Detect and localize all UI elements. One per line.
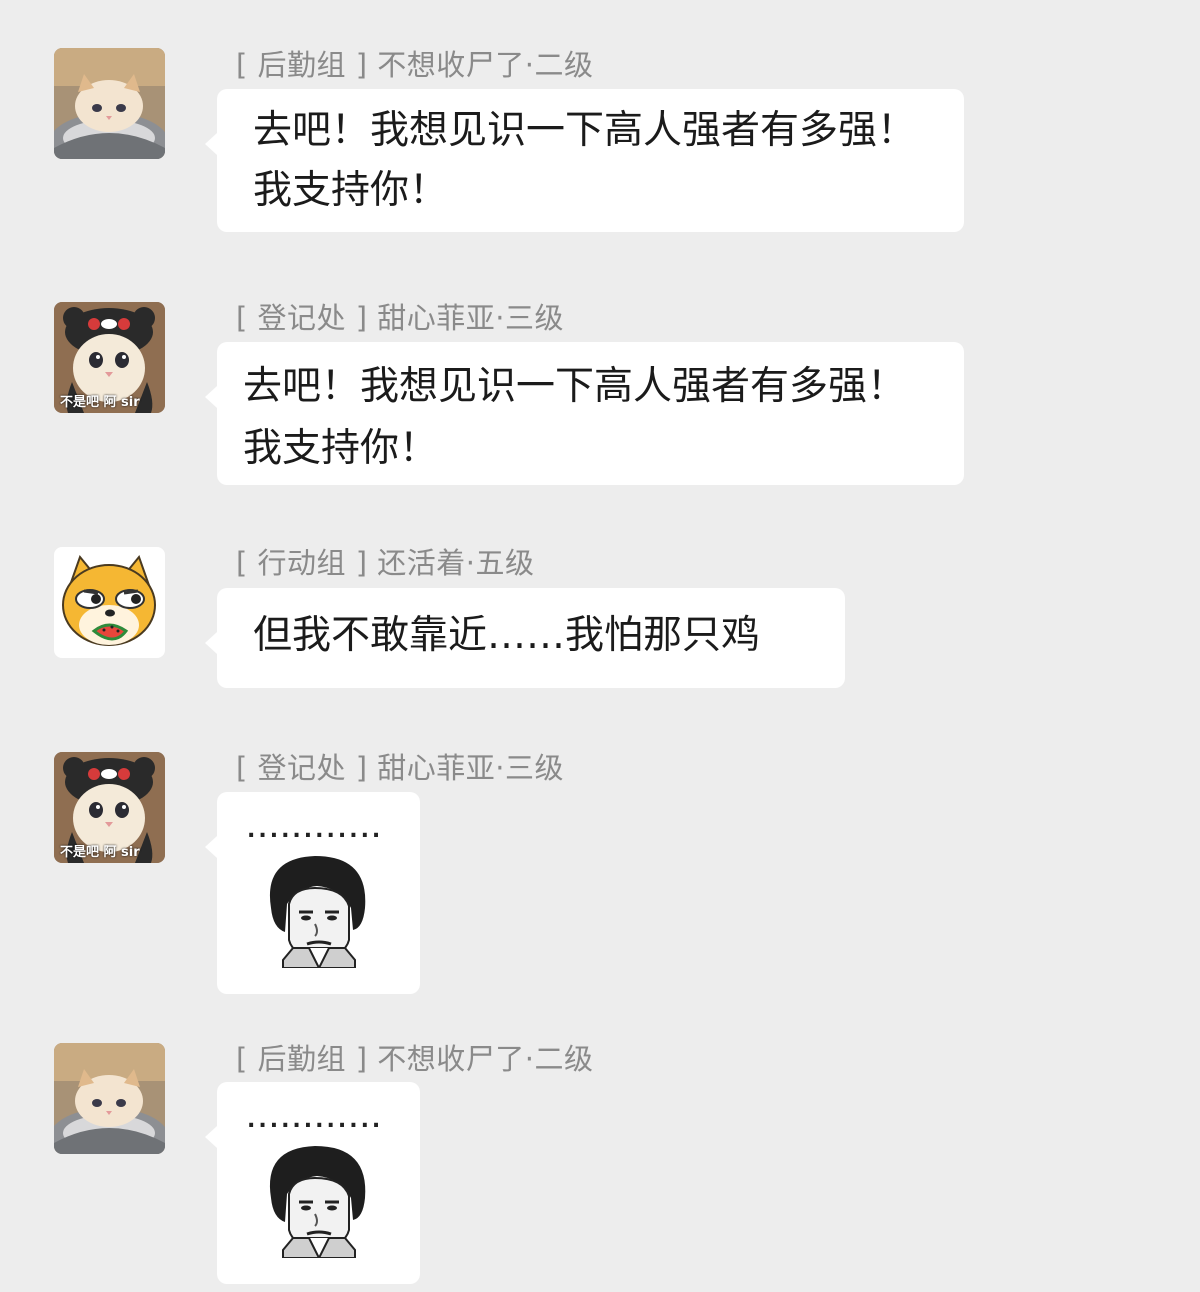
sticker-dots-text: ............ — [247, 818, 384, 843]
sender-name: [ 登记处 ] 甜心菲亚·三级 — [236, 751, 565, 785]
sender-name: [ 行动组 ] 还活着·五级 — [236, 546, 535, 580]
sticker-dots-text: ............ — [247, 1108, 384, 1133]
bowl-cut-face-sticker — [253, 1138, 383, 1258]
message-bubble[interactable]: 但我不敢靠近……我怕那只鸡 — [205, 588, 845, 688]
sender-name: [ 登记处 ] 甜心菲亚·三级 — [236, 301, 565, 335]
message-text: 但我不敢靠近……我怕那只鸡 — [253, 613, 761, 658]
cat-with-bear-hat-avatar[interactable]: 不是吧 阿 sir — [54, 302, 165, 413]
sender-name: [ 后勤组 ] 不想收尸了·二级 — [236, 48, 594, 82]
cat-in-bowl-avatar[interactable] — [54, 48, 165, 159]
shiba-dog-eating-watermelon-avatar[interactable] — [54, 547, 165, 658]
sticker-bubble[interactable]: ............ — [205, 792, 420, 994]
cat-with-bear-hat-avatar[interactable]: 不是吧 阿 sir — [54, 752, 165, 863]
message-bubble[interactable]: 去吧！我想见识一下高人强者有多强！ 我支持你！ — [205, 89, 964, 232]
sticker-bubble[interactable]: ............ — [205, 1082, 420, 1284]
sender-name: [ 后勤组 ] 不想收尸了·二级 — [236, 1042, 594, 1076]
bowl-cut-face-sticker — [253, 848, 383, 968]
message-text: 去吧！我想见识一下高人强者有多强！ 我支持你！ — [253, 108, 917, 213]
message-bubble[interactable]: 去吧！我想见识一下高人强者有多强！ 我支持你！ — [205, 342, 964, 485]
message-text: 去吧！我想见识一下高人强者有多强！ 我支持你！ — [243, 364, 907, 471]
cat-in-bowl-avatar[interactable] — [54, 1043, 165, 1154]
avatar-caption: 不是吧 阿 sir — [60, 845, 140, 860]
avatar-caption: 不是吧 阿 sir — [60, 395, 140, 410]
